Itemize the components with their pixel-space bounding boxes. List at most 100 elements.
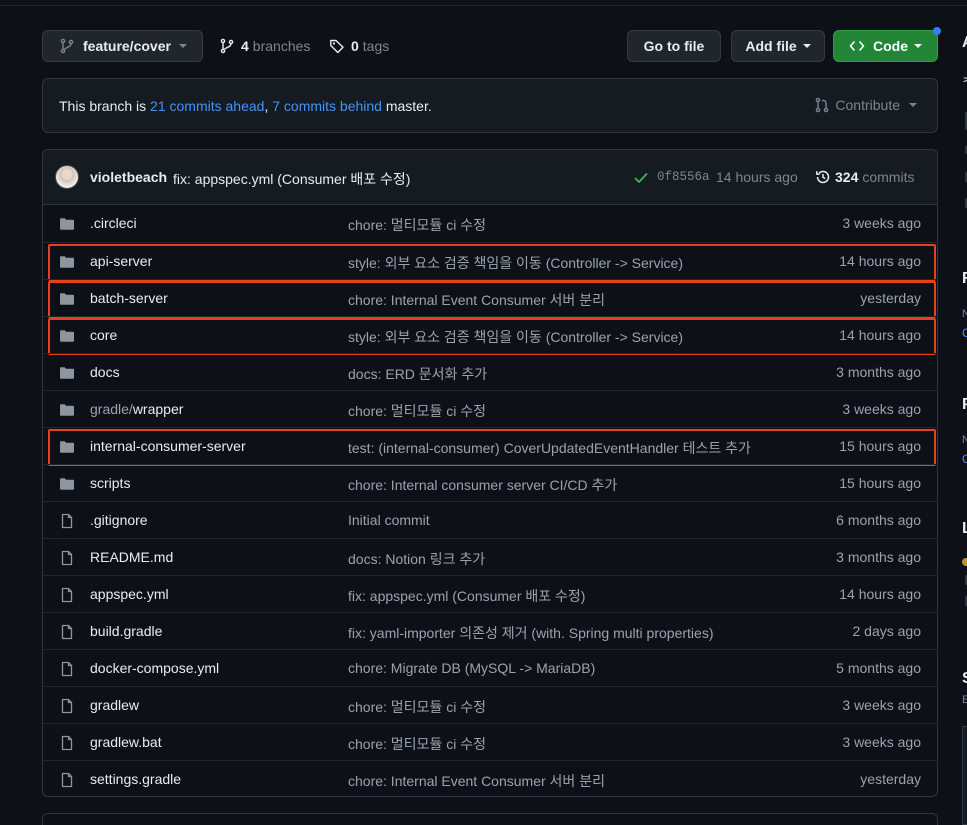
file-row[interactable]: core style: 외부 요소 검증 책임을 이동 (Controller -… (43, 316, 937, 355)
file-icon (61, 587, 73, 603)
file-name-link[interactable]: api-server (90, 253, 152, 269)
commits-history-link[interactable]: 324 commits (815, 169, 914, 185)
code-icon (849, 41, 865, 51)
branch-comparison-banner: This branch is 21 commits ahead, 7 commi… (42, 78, 938, 133)
file-commit-message-link[interactable]: chore: Internal Event Consumer 서버 분리 (348, 771, 605, 791)
file-name-link[interactable]: README.md (90, 549, 173, 565)
chevron-down-icon (178, 44, 187, 48)
commits-label: commits (862, 169, 915, 185)
file-commit-message-link[interactable]: chore: Internal consumer server CI/CD 추가 (348, 475, 617, 495)
folder-icon (60, 330, 74, 342)
file-name-link[interactable]: settings.gradle (90, 771, 181, 787)
file-row[interactable]: gradle/wrapper chore: 멀티모듈 ci 수정 3 weeks a… (43, 390, 937, 427)
file-row[interactable]: gradlew.bat chore: 멀티모듈 ci 수정 3 weeks ago (43, 723, 937, 760)
file-row[interactable]: appspec.yml fix: appspec.yml (Consumer 배포… (43, 575, 937, 612)
file-commit-message-link[interactable]: chore: 멀티모듈 ci 수정 (348, 215, 486, 235)
comparison-suffix: master. (381, 98, 432, 114)
file-commit-message-link[interactable]: chore: Internal Event Consumer 서버 분리 (348, 290, 605, 310)
file-name-link[interactable]: scripts (90, 475, 130, 491)
file-row[interactable]: internal-consumer-server test: (internal-… (43, 427, 937, 466)
file-name-link[interactable]: appspec.yml (90, 586, 169, 602)
file-name-link[interactable]: gradle/wrapper (90, 401, 183, 417)
add-file-button[interactable]: Add file (731, 30, 825, 62)
file-icon (61, 772, 73, 788)
history-icon (816, 170, 830, 184)
sidebar-heading-languages: L (962, 520, 967, 537)
file-commit-message-link[interactable]: chore: 멀티모듈 ci 수정 (348, 697, 486, 717)
file-row[interactable]: docs docs: ERD 문서화 추가 3 months ago (43, 353, 937, 390)
folder-icon (60, 478, 74, 490)
file-icon (61, 661, 73, 677)
branches-link[interactable]: 4 branches (219, 30, 310, 62)
file-path-main: wrapper (132, 401, 184, 417)
sidebar-heading-security: S (962, 670, 967, 688)
sidebar-text: N (962, 308, 967, 320)
file-name-link[interactable]: .circleci (90, 215, 137, 231)
file-name-link[interactable]: .gitignore (90, 512, 148, 528)
go-to-file-button[interactable]: Go to file (627, 30, 721, 62)
file-name-link[interactable]: batch-server (90, 290, 168, 306)
sidebar-text: E (962, 694, 967, 706)
file-commit-message-link[interactable]: test: (internal-consumer) CoverUpdatedEv… (348, 438, 751, 458)
file-commit-message-link[interactable]: docs: ERD 문서화 추가 (348, 364, 487, 384)
file-commit-message-link[interactable]: docs: Notion 링크 추가 (348, 549, 485, 569)
file-name-link[interactable]: gradlew (90, 697, 139, 713)
file-commit-time: 14 hours ago (839, 253, 921, 269)
file-commit-time: 15 hours ago (839, 438, 921, 454)
file-commit-message-link[interactable]: Initial commit (348, 512, 430, 528)
file-commit-message-link[interactable]: fix: appspec.yml (Consumer 배포 수정) (348, 586, 585, 606)
commits-behind-link[interactable]: 7 commits behind (272, 98, 382, 114)
commit-sha-link[interactable]: 0f8556a (657, 170, 710, 184)
file-commit-time: 5 months ago (836, 660, 921, 676)
file-row[interactable]: README.md docs: Notion 링크 추가 3 months ago (43, 538, 937, 575)
avatar[interactable] (55, 165, 79, 189)
file-icon (61, 735, 73, 751)
file-row[interactable]: settings.gradle chore: Internal Event Con… (43, 760, 937, 796)
git-branch-icon (220, 38, 234, 54)
sidebar-panel (962, 726, 967, 825)
file-name-link[interactable]: docker-compose.yml (90, 660, 219, 676)
contribute-label: Contribute (835, 97, 900, 113)
file-name-link[interactable]: docs (90, 364, 120, 380)
sidebar-link[interactable]: C (962, 326, 967, 340)
file-row[interactable]: build.gradle fix: yaml-importer 의존성 제거 (w… (43, 612, 937, 649)
file-row[interactable]: gradlew chore: 멀티모듈 ci 수정 3 weeks ago (43, 686, 937, 723)
file-name-link[interactable]: build.gradle (90, 623, 162, 639)
file-commit-message-link[interactable]: chore: Migrate DB (MySQL -> MariaDB) (348, 660, 595, 676)
file-commit-message-link[interactable]: style: 외부 요소 검증 책임을 이동 (Controller -> Se… (348, 327, 683, 347)
comparison-text: This branch is 21 commits ahead, 7 commi… (59, 98, 432, 114)
sidebar-heading-releases: R (962, 270, 967, 288)
commits-ahead-link[interactable]: 21 commits ahead (150, 98, 264, 114)
latest-commit-bar: violetbeach fix: appspec.yml (Consumer 배… (43, 150, 937, 205)
sidebar-heading-packages: P (962, 396, 967, 414)
contribute-dropdown[interactable]: Contribute (814, 97, 917, 113)
commit-message-link[interactable]: fix: appspec.yml (Consumer 배포 수정) (173, 169, 410, 189)
file-row[interactable]: scripts chore: Internal consumer server C… (43, 464, 937, 501)
file-commit-message-link[interactable]: style: 외부 요소 검증 책임을 이동 (Controller -> Se… (348, 253, 683, 273)
check-icon[interactable] (633, 170, 649, 186)
file-commit-message-link[interactable]: fix: yaml-importer 의존성 제거 (with. Spring … (348, 623, 713, 643)
commit-author-link[interactable]: violetbeach (90, 169, 167, 185)
chevron-down-icon (909, 103, 917, 107)
file-row[interactable]: api-server style: 외부 요소 검증 책임을 이동 (Contro… (43, 242, 937, 281)
file-row[interactable]: .circleci chore: 멀티모듈 ci 수정 3 weeks ago (43, 205, 937, 242)
tags-link[interactable]: 0 tags (329, 30, 389, 62)
file-name-link[interactable]: internal-consumer-server (90, 438, 246, 454)
file-row[interactable]: batch-server chore: Internal Event Consum… (43, 279, 937, 318)
file-row[interactable]: docker-compose.yml chore: Migrate DB (MyS… (43, 649, 937, 686)
tag-icon (330, 39, 344, 54)
git-branch-icon (60, 38, 74, 54)
tags-count: 0 (351, 38, 359, 54)
sidebar-link[interactable]: C (962, 452, 967, 466)
folder-icon (60, 256, 74, 268)
file-name-link[interactable]: gradlew.bat (90, 734, 162, 750)
file-commit-message-link[interactable]: chore: 멀티모듈 ci 수정 (348, 734, 486, 754)
code-label: Code (873, 38, 908, 54)
file-row[interactable]: .gitignore Initial commit 6 months ago (43, 501, 937, 538)
file-name-link[interactable]: core (90, 327, 117, 343)
branch-name: feature/cover (83, 38, 171, 54)
code-button[interactable]: Code (833, 30, 938, 62)
file-commit-message-link[interactable]: chore: 멀티모듈 ci 수정 (348, 401, 486, 421)
branch-selector-button[interactable]: feature/cover (42, 30, 203, 62)
file-commit-time: 3 weeks ago (842, 215, 921, 231)
